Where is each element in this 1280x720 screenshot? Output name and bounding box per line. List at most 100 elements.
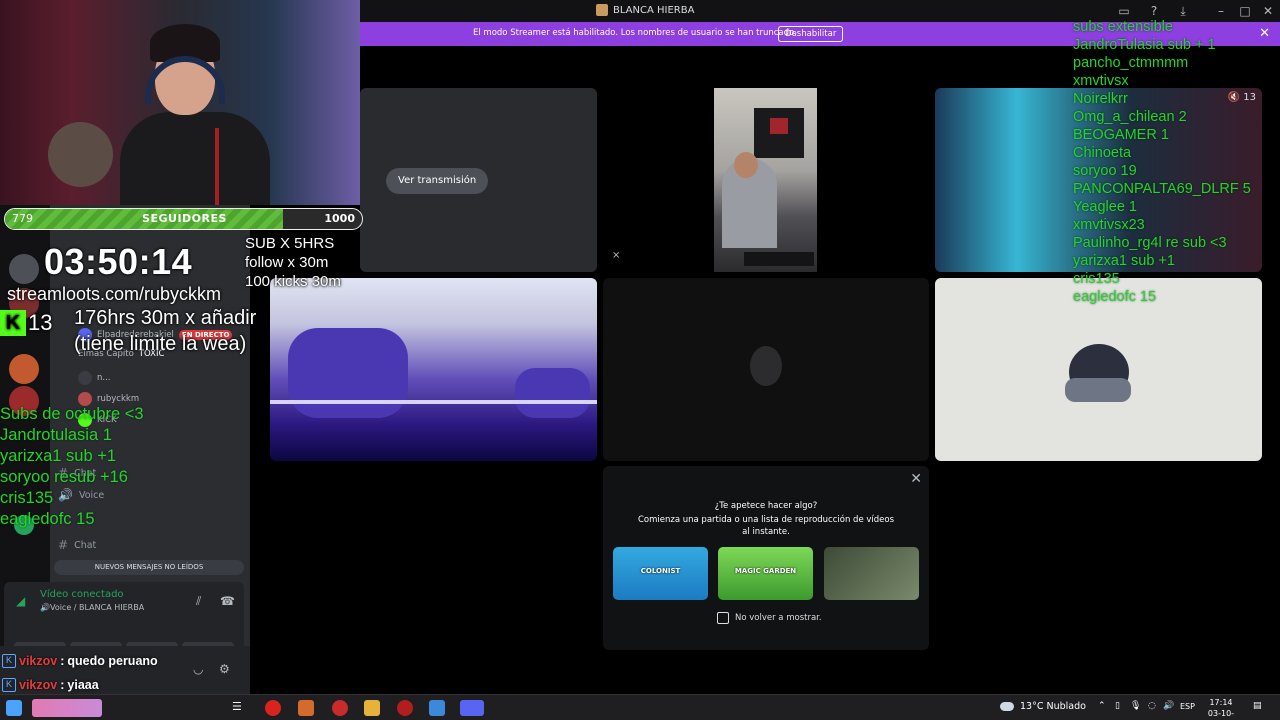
muted-icon: ⨯ bbox=[612, 250, 621, 261]
video-tile[interactable] bbox=[714, 88, 817, 272]
start-icon[interactable] bbox=[6, 700, 22, 716]
disconnect-icon[interactable]: ☎ bbox=[220, 594, 235, 608]
opera-icon[interactable] bbox=[265, 700, 281, 716]
avatar-body bbox=[1065, 378, 1131, 402]
rule-line: 100 kicks 30m bbox=[245, 273, 341, 290]
sub-entry: xmvtivsx bbox=[1073, 73, 1129, 89]
signal-icon[interactable]: ◢ bbox=[16, 594, 25, 608]
kick-icon: K bbox=[0, 310, 26, 336]
microphone bbox=[48, 122, 113, 187]
sub-entry: BEOGAMER 1 bbox=[1073, 127, 1169, 143]
voice-user-name: n... bbox=[97, 373, 111, 383]
watch-stream-button[interactable]: Ver transmisión bbox=[386, 168, 489, 194]
dont-show-again-checkbox[interactable]: No volver a mostrar. bbox=[717, 612, 822, 624]
chat-username: vikzov bbox=[19, 654, 58, 668]
sub-entry: cris135 bbox=[1073, 271, 1120, 287]
sub-entry: pancho_ctmmmm bbox=[1073, 55, 1189, 71]
popup-subheading: Comienza una partida o una lista de repr… bbox=[637, 515, 895, 537]
game-title: COLONIST bbox=[640, 567, 681, 575]
game-water bbox=[270, 400, 597, 404]
sub-entry: Yeaglee 1 bbox=[1073, 199, 1137, 215]
server-icon[interactable] bbox=[9, 354, 39, 384]
voice-channel[interactable]: 🔊Voice / BLANCA HIERBA bbox=[40, 603, 144, 612]
search-box[interactable] bbox=[32, 699, 102, 717]
task-view-icon[interactable]: ☰ bbox=[232, 700, 248, 716]
checkbox-label: No volver a mostrar. bbox=[735, 613, 822, 623]
game-card-colonist[interactable]: COLONIST bbox=[613, 547, 708, 600]
sub-entry: Noirelkrr bbox=[1073, 91, 1128, 107]
screen-share-tile[interactable] bbox=[270, 278, 597, 461]
subathon-rules: SUB X 5HRS follow x 30m 100 kicks 30m bbox=[245, 234, 341, 291]
poster bbox=[754, 108, 804, 158]
maximize-icon[interactable]: □ bbox=[1237, 3, 1253, 19]
channel-chat[interactable]: # Chat bbox=[58, 538, 96, 552]
volume-icon[interactable]: 🔊 bbox=[1163, 701, 1174, 711]
sub-entry: yarizxa1 sub +1 bbox=[0, 447, 117, 465]
sub-entry: Omg_a_chilean 2 bbox=[1073, 109, 1187, 125]
close-window-icon[interactable]: ✕ bbox=[1260, 3, 1276, 19]
notifications-icon[interactable]: ▤ bbox=[1253, 701, 1262, 711]
inbox-icon[interactable]: ▭ bbox=[1116, 3, 1132, 19]
disable-streamer-mode-button[interactable]: Deshabilitar bbox=[778, 26, 844, 42]
chat-separator: : bbox=[60, 678, 65, 692]
game-character bbox=[515, 368, 590, 418]
game-card-magic-garden[interactable]: MAGIC GARDEN bbox=[718, 547, 813, 600]
unread-messages-banner[interactable]: NUEVOS MENSAJES NO LEÍDOS bbox=[54, 560, 244, 575]
server-icon[interactable] bbox=[9, 254, 39, 284]
clock-date: 03-10-2025 bbox=[1207, 709, 1235, 718]
sub-entry: PANCONPALTA69_DLRF 5 bbox=[1073, 181, 1251, 197]
jacket-stripe bbox=[215, 128, 219, 205]
game-title: MAGIC GARDEN bbox=[734, 567, 797, 575]
server-icon bbox=[596, 4, 608, 16]
window-title-text: BLANCA HIERBA bbox=[613, 4, 695, 16]
noise-suppression-icon[interactable]: ⫽ bbox=[196, 594, 201, 609]
sub-entry: eagledofc 15 bbox=[1073, 289, 1157, 305]
channel-label: Chat bbox=[74, 539, 97, 551]
sub-entry: Jandrotulasia 1 bbox=[0, 426, 112, 444]
keyboard bbox=[744, 252, 814, 266]
help-icon[interactable]: ? bbox=[1146, 3, 1162, 19]
game-card[interactable] bbox=[824, 547, 919, 600]
kick-icon: K bbox=[2, 654, 16, 668]
obs-icon[interactable] bbox=[397, 700, 413, 716]
popup-heading: ¿Te apetece hacer algo? bbox=[714, 501, 818, 511]
voice-user-name: rubyckkm bbox=[97, 394, 140, 404]
microphone-icon[interactable]: 🎙 bbox=[1130, 701, 1141, 711]
hours-text: 176hrs 30m x añadir bbox=[74, 307, 257, 329]
window-title: BLANCA HIERBA bbox=[596, 4, 694, 16]
language-indicator[interactable]: ESP bbox=[1180, 702, 1195, 711]
sub-entry: eagledofc 15 bbox=[0, 510, 95, 528]
limit-text: (tiene limite la wea) bbox=[74, 333, 247, 355]
checkbox-box[interactable] bbox=[717, 612, 729, 624]
wifi-icon[interactable]: ◌ bbox=[1148, 701, 1156, 711]
weather-widget[interactable]: 13°C Nublado bbox=[1000, 701, 1086, 712]
kick-viewer-count: K 13 bbox=[0, 310, 52, 336]
sub-entry: yarizxa1 sub +1 bbox=[1073, 253, 1175, 269]
follower-label: SEGUIDORES bbox=[142, 212, 227, 225]
app-icon[interactable] bbox=[332, 700, 348, 716]
streamer-torso bbox=[120, 112, 270, 205]
sub-entry: Paulinho_rg4l re sub <3 bbox=[1073, 235, 1227, 251]
close-popup-icon[interactable]: ✕ bbox=[910, 471, 922, 487]
discord-icon[interactable] bbox=[460, 700, 484, 716]
voice-user[interactable]: n... bbox=[78, 371, 111, 385]
rule-line: SUB X 5HRS bbox=[245, 235, 335, 252]
app-icon[interactable] bbox=[429, 700, 445, 716]
close-banner-icon[interactable]: ✕ bbox=[1259, 26, 1270, 41]
avatar-tile[interactable] bbox=[603, 278, 929, 461]
download-icon[interactable]: ⤓ bbox=[1175, 3, 1191, 19]
file-explorer-icon[interactable] bbox=[364, 700, 380, 716]
game-character bbox=[288, 328, 408, 418]
poster-logo bbox=[770, 118, 788, 134]
chevron-up-icon[interactable]: ⌃ bbox=[1098, 701, 1106, 711]
clock[interactable]: 17:14 03-10-2025 bbox=[1200, 697, 1242, 720]
streamloots-link: streamloots.com/rubyckkm bbox=[7, 284, 222, 304]
tray-icon[interactable]: ▯ bbox=[1115, 701, 1120, 711]
app-icon[interactable] bbox=[298, 700, 314, 716]
follower-goal-bar: 779 SEGUIDORES 1000 bbox=[4, 208, 363, 230]
streamer-mode-message: El modo Streamer está habilitado. Los no… bbox=[473, 28, 797, 38]
chat-text: quedo peruano bbox=[67, 654, 158, 668]
chat-separator: : bbox=[60, 654, 65, 668]
sub-entry: soryoo resub +16 bbox=[0, 468, 128, 486]
minimize-icon[interactable]: – bbox=[1213, 3, 1229, 19]
